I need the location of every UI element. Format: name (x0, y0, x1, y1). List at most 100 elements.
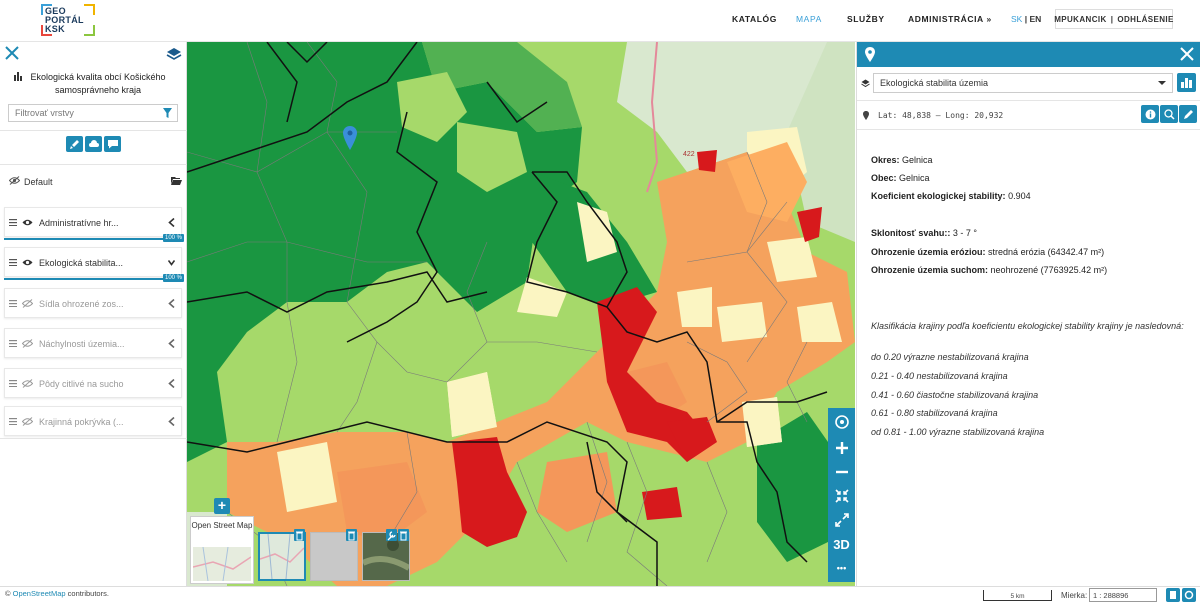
eye-slash-icon[interactable] (22, 379, 33, 388)
trash-icon[interactable] (346, 529, 357, 541)
layer-group-default[interactable]: Default (0, 172, 187, 192)
trash-icon[interactable] (294, 529, 305, 541)
import-layer-button[interactable] (85, 136, 102, 152)
wrench-icon[interactable] (386, 529, 397, 541)
add-basemap-button[interactable]: + (214, 498, 230, 514)
layer-item-nachylnosti[interactable]: Náchylnosti územia... (4, 328, 182, 358)
search-location-button[interactable] (1160, 105, 1178, 123)
field-label: Sklonitosť svahu:: (871, 228, 951, 238)
add-layer-button[interactable] (66, 136, 83, 152)
cloud-icon (88, 140, 99, 147)
layers-icon (861, 79, 870, 88)
layer-select[interactable]: Ekologická stabilita územia (873, 73, 1173, 93)
layer-item-krajinna[interactable]: Krajinná pokrývka (... (4, 406, 182, 436)
layer-item-administrativne[interactable]: Administratívne hr... (4, 207, 182, 237)
field-label: Ohrozenie územia eróziou: (871, 247, 986, 257)
opacity-slider[interactable] (4, 238, 182, 240)
info-obec: Obec: Gelnica (871, 173, 930, 183)
layer-item-sidla[interactable]: Sídla ohrozené zos... (4, 288, 182, 318)
layer-tools (66, 136, 121, 152)
divider (0, 438, 187, 439)
classification-item: do 0.20 výrazne nestabilizovaná krajina (871, 352, 1029, 362)
measure-button[interactable] (1179, 105, 1197, 123)
feature-info-panel: Ekologická stabilita územia Lat: 48,838 … (856, 42, 1200, 586)
zoom-out-button[interactable] (828, 460, 855, 484)
drag-handle-icon[interactable] (9, 259, 17, 266)
minus-icon (835, 470, 848, 474)
geoportal-logo[interactable]: GEO PORTÁL KSK (40, 3, 96, 37)
chevron-left-icon[interactable] (168, 417, 175, 426)
layer-filter-input[interactable]: Filtrovať vrstvy (8, 104, 178, 122)
chart-button[interactable] (1177, 73, 1196, 92)
close-icon[interactable] (1179, 46, 1195, 62)
trash-icon[interactable] (398, 529, 409, 541)
choropleth-map[interactable]: 422 (187, 42, 855, 586)
basemap-openstreetmap[interactable]: Open Street Map (190, 516, 254, 584)
nav-katalog[interactable]: KATALÓG (732, 14, 777, 24)
drag-handle-icon[interactable] (9, 380, 17, 387)
chevron-left-icon[interactable] (168, 299, 175, 308)
layer-item-pody[interactable]: Pôdy citlivé na sucho (4, 368, 182, 398)
user-name[interactable]: MPUKANCIK (1054, 15, 1107, 24)
info-sucho: Ohrozenie územia suchom: neohrozené (776… (871, 265, 1107, 275)
divider (0, 164, 187, 165)
map-canvas[interactable]: 422 3D ••• + Open Street Map (187, 42, 855, 586)
search-globe-icon (1163, 108, 1175, 120)
folder-open-icon[interactable] (171, 176, 182, 185)
comment-button[interactable] (104, 136, 121, 152)
lang-en[interactable]: EN (1029, 14, 1041, 24)
opacity-slider[interactable] (4, 278, 182, 280)
chevron-left-icon[interactable] (168, 218, 175, 227)
layer-label: Náchylnosti územia... (39, 339, 125, 349)
layer-label: Sídla ohrozené zos... (39, 299, 124, 309)
nav-sluzby[interactable]: SLUŽBY (847, 14, 885, 24)
eye-icon[interactable] (22, 218, 33, 227)
brush-icon (69, 140, 79, 149)
logout-link[interactable]: ODHLÁSENIE (1117, 15, 1173, 24)
field-label: Okres: (871, 155, 900, 165)
chevron-left-icon[interactable] (168, 379, 175, 388)
drag-handle-icon[interactable] (9, 219, 17, 226)
close-icon[interactable] (4, 45, 20, 61)
location-pin-icon[interactable] (343, 126, 357, 150)
chevron-down-icon[interactable] (168, 258, 175, 267)
eye-slash-icon[interactable] (22, 417, 33, 426)
filter-icon[interactable] (163, 108, 172, 118)
map-title-text: Ekologická kvalita obcí Košického samosp… (30, 72, 166, 95)
chevron-left-icon[interactable] (168, 339, 175, 348)
drag-handle-icon[interactable] (9, 340, 17, 347)
scale-select[interactable]: 1 : 288896 (1089, 588, 1157, 602)
drag-handle-icon[interactable] (9, 300, 17, 307)
eye-slash-icon[interactable] (22, 339, 33, 348)
classification-item: od 0.81 - 1.00 výrazne stabilizovaná kra… (871, 427, 1045, 437)
fullscreen-button[interactable] (828, 508, 855, 532)
eye-slash-icon[interactable] (22, 299, 33, 308)
print-button[interactable] (1166, 588, 1180, 602)
map-marker-icon (863, 111, 869, 120)
locate-button[interactable] (828, 410, 855, 434)
eye-icon[interactable] (22, 258, 33, 267)
map-controls: 3D ••• (828, 408, 855, 582)
caret-down-icon (1158, 81, 1166, 85)
info-button[interactable] (1141, 105, 1159, 123)
nav-mapa[interactable]: MAPA (796, 14, 822, 24)
footer-bar: © OpenStreetMap contributors. 5 km Mierk… (0, 586, 1200, 604)
zoom-in-button[interactable] (828, 436, 855, 460)
layers-icon[interactable] (166, 46, 182, 62)
basemap-label: Open Street Map (191, 521, 253, 530)
print-icon (1170, 591, 1176, 599)
layer-select-value: Ekologická stabilita územia (880, 78, 989, 88)
zoom-extent-button[interactable] (828, 484, 855, 508)
coordinates-row: Lat: 48,838 – Long: 20,932 (857, 100, 1200, 130)
openstreetmap-link[interactable]: OpenStreetMap (13, 589, 66, 598)
logo-text: GEO PORTÁL KSK (45, 7, 84, 34)
settings-button[interactable] (1182, 588, 1196, 602)
more-button[interactable]: ••• (828, 556, 855, 580)
3d-button[interactable]: 3D (828, 532, 855, 556)
drag-handle-icon[interactable] (9, 418, 17, 425)
eye-slash-icon[interactable] (9, 176, 20, 185)
layer-item-ekologicka[interactable]: Ekologická stabilita... (4, 247, 182, 277)
nav-administracia[interactable]: ADMINISTRÁCIA » (908, 14, 992, 24)
lang-sk[interactable]: SK (1011, 14, 1022, 24)
expand-icon (834, 513, 849, 527)
